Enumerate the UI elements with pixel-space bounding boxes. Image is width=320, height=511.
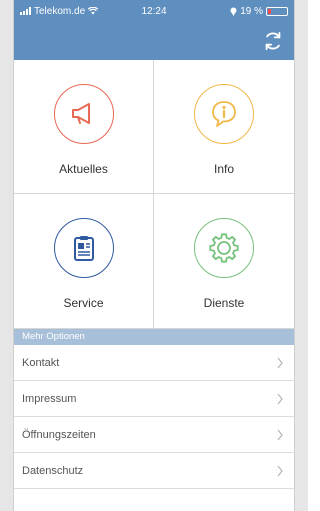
gear-icon <box>209 233 239 263</box>
tile-label: Aktuelles <box>59 162 108 176</box>
chevron-right-icon <box>277 429 283 440</box>
tile-icon-circle <box>194 218 254 278</box>
tile-dienste[interactable]: Dienste <box>154 194 294 328</box>
section-header-more-options: Mehr Optionen <box>14 329 294 345</box>
tile-aktuelles[interactable]: Aktuelles <box>14 60 154 194</box>
list-item-label: Impressum <box>22 392 77 405</box>
battery-percent: 19 % <box>240 5 263 17</box>
list-item-label: Kontakt <box>22 356 60 369</box>
list-item-oeffnungszeiten[interactable]: Öffnungszeiten <box>14 417 294 453</box>
device-bezel-left <box>0 0 14 511</box>
tile-icon-circle <box>53 218 114 278</box>
megaphone-icon <box>71 103 90 124</box>
tile-info[interactable]: Info <box>154 60 294 194</box>
refresh-icon[interactable] <box>262 30 284 52</box>
status-left: Telekom.de <box>20 5 99 17</box>
battery-icon <box>266 6 288 16</box>
list-item-kontakt[interactable]: Kontakt <box>14 345 294 381</box>
tile-label: Dienste <box>203 296 245 310</box>
status-bar: Telekom.de 12:24 19 % <box>14 0 294 22</box>
tile-label: Info <box>213 162 234 176</box>
tile-service[interactable]: Service <box>14 194 154 328</box>
battery-fill <box>268 8 271 14</box>
device-bezel-right <box>294 0 308 511</box>
list-item-label: Öffnungszeiten <box>22 428 96 441</box>
chevron-right-icon <box>277 465 283 476</box>
wifi-icon <box>88 7 99 15</box>
clipboard-icon <box>73 236 94 261</box>
tile-icon-circle <box>194 84 254 144</box>
info-icon <box>212 101 236 127</box>
options-list: Kontakt Impressum Öffnungszeiten Datensc… <box>14 345 294 489</box>
signal-icon <box>20 7 31 15</box>
phone-frame: Telekom.de 12:24 19 % Aktuelles Info Ser… <box>0 0 308 511</box>
chevron-right-icon <box>277 393 283 404</box>
tile-icon-circle <box>53 84 114 144</box>
list-item-label: Datenschutz <box>22 464 84 477</box>
tile-label: Service <box>63 296 104 310</box>
main-tile-grid: Aktuelles Info Service Dienste <box>14 60 294 329</box>
status-right: 19 % <box>230 6 288 17</box>
list-item-impressum[interactable]: Impressum <box>14 381 294 417</box>
carrier-name: Telekom.de <box>34 5 86 17</box>
navigation-bar <box>14 22 294 60</box>
app-screen: Telekom.de 12:24 19 % Aktuelles Info Ser… <box>14 0 294 511</box>
location-icon <box>230 7 237 16</box>
chevron-right-icon <box>277 357 283 368</box>
list-item-datenschutz[interactable]: Datenschutz <box>14 453 294 489</box>
